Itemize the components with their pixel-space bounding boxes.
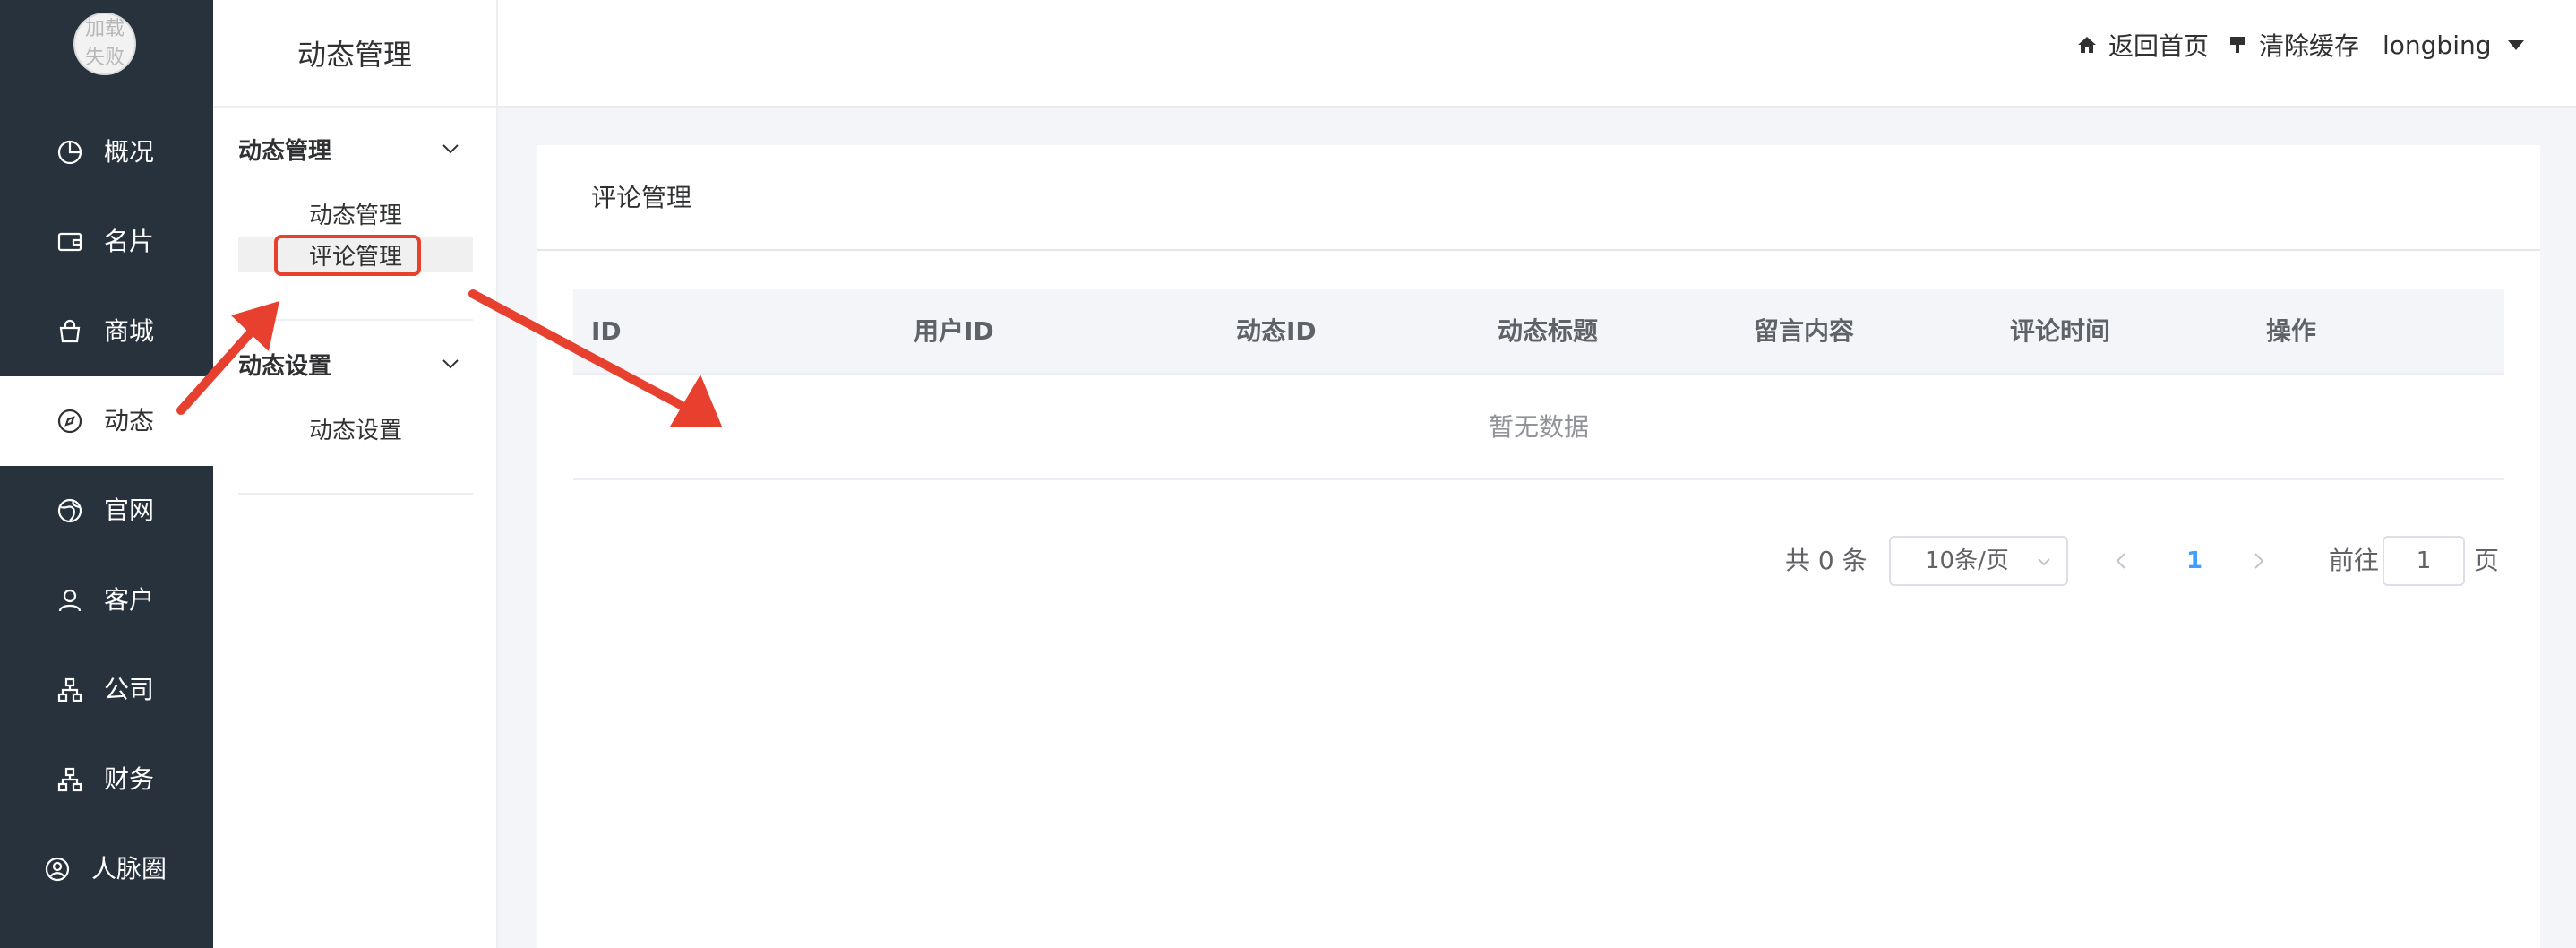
column-header: ID bbox=[591, 316, 622, 346]
org-chart-icon bbox=[56, 765, 84, 794]
goto-page-input[interactable] bbox=[2383, 536, 2465, 586]
avatar-fallback-text: 加载失败 bbox=[84, 18, 125, 69]
sidebar-item-label: 概况 bbox=[104, 137, 155, 167]
chevron-down-icon bbox=[2038, 558, 2050, 566]
group-label: 动态管理 bbox=[238, 137, 332, 165]
chevron-down-icon bbox=[441, 353, 460, 373]
shopping-bag-icon bbox=[56, 317, 84, 346]
sidebar-item-label: 名片 bbox=[104, 227, 155, 256]
pagination-total: 共 0 条 bbox=[1785, 546, 1868, 575]
clear-cache-label: 清除缓存 bbox=[2259, 31, 2360, 61]
column-header: 用户ID bbox=[914, 316, 994, 346]
home-link[interactable]: 返回首页 bbox=[2076, 27, 2209, 63]
group-moments-management[interactable]: 动态管理 bbox=[238, 129, 473, 168]
brush-icon bbox=[2230, 37, 2245, 53]
caret-down-icon bbox=[2507, 39, 2524, 50]
page-suffix: 页 bbox=[2474, 546, 2500, 575]
sidebar-item-label: 商城 bbox=[104, 316, 155, 346]
sidebar-item-website[interactable]: 官网 bbox=[0, 466, 213, 556]
home-icon bbox=[2078, 37, 2096, 53]
sidebar-item-label: 人脉圈 bbox=[91, 854, 167, 883]
column-header: 评论时间 bbox=[2010, 316, 2111, 346]
empty-state: 暂无数据 bbox=[573, 375, 2504, 480]
sidebar-item-network[interactable]: 人脉圈 bbox=[0, 824, 213, 914]
sidebar-item-label: 动态 bbox=[104, 406, 155, 435]
sidebar-item-label: 财务 bbox=[104, 764, 155, 794]
home-link-label: 返回首页 bbox=[2108, 31, 2210, 61]
table-header: ID 用户ID 动态ID 动态标题 留言内容 评论时间 操作 bbox=[573, 289, 2504, 375]
column-header: 动态标题 bbox=[1498, 316, 1599, 346]
chevron-down-icon bbox=[441, 138, 460, 158]
compass-icon bbox=[56, 407, 84, 435]
sidebar-item-label: 官网 bbox=[104, 496, 155, 525]
subnav-item-label: 动态管理 bbox=[308, 202, 402, 229]
divider bbox=[238, 493, 473, 495]
sidebar-item-finance[interactable]: 财务 bbox=[0, 735, 213, 824]
username: longbing bbox=[2383, 30, 2492, 60]
column-header: 操作 bbox=[2266, 316, 2317, 346]
subnav-item-moments-settings[interactable]: 动态设置 bbox=[238, 410, 473, 446]
page-number-current[interactable]: 1 bbox=[2177, 536, 2212, 586]
subnav-title: 动态管理 bbox=[213, 0, 496, 108]
column-header: 留言内容 bbox=[1754, 316, 1855, 346]
sidebar-item-label: 公司 bbox=[104, 675, 155, 704]
group-label: 动态设置 bbox=[238, 352, 332, 380]
org-chart-icon bbox=[56, 676, 84, 704]
top-header: 返回首页 清除缓存 longbing bbox=[498, 0, 2576, 108]
sidebar-item-overview[interactable]: 概况 bbox=[0, 108, 213, 197]
sidebar-item-customer[interactable]: 客户 bbox=[0, 556, 213, 645]
divider bbox=[238, 319, 473, 321]
main-sidebar: 加载失败 概况 名片 商城 动态 官网 客户 公司 财务 人脉圈 bbox=[0, 0, 213, 948]
avatar[interactable]: 加载失败 bbox=[73, 13, 136, 75]
user-icon bbox=[56, 586, 84, 615]
card-title: 评论管理 bbox=[537, 145, 2540, 251]
next-page-button[interactable] bbox=[2241, 536, 2277, 586]
sidebar-item-card[interactable]: 名片 bbox=[0, 197, 213, 287]
sidebar-item-label: 客户 bbox=[104, 585, 155, 615]
subnav-item-label: 动态设置 bbox=[308, 417, 402, 444]
main-card: 评论管理 ID 用户ID 动态ID 动态标题 留言内容 评论时间 操作 暂无数据 bbox=[537, 145, 2540, 948]
page-size-value: 10条/页 bbox=[1925, 547, 2009, 574]
subnav-item-moments-management[interactable]: 动态管理 bbox=[238, 195, 473, 231]
pie-chart-icon bbox=[56, 138, 84, 167]
goto-label: 前往 bbox=[2329, 546, 2380, 575]
wallet-icon bbox=[56, 228, 84, 256]
column-header: 动态ID bbox=[1236, 316, 1317, 346]
sidebar-item-shop[interactable]: 商城 bbox=[0, 287, 213, 376]
chevron-right-icon bbox=[2254, 553, 2264, 569]
annotation-highlight-box bbox=[274, 235, 421, 276]
page-size-select[interactable]: 10条/页 bbox=[1889, 536, 2068, 586]
user-circle-icon bbox=[43, 855, 72, 883]
clear-cache-button[interactable]: 清除缓存 bbox=[2227, 27, 2359, 63]
globe-icon bbox=[56, 496, 84, 525]
prev-page-button[interactable] bbox=[2103, 536, 2139, 586]
sidebar-item-company[interactable]: 公司 bbox=[0, 645, 213, 735]
user-menu[interactable]: longbing bbox=[2383, 27, 2524, 63]
sidebar-item-moments[interactable]: 动态 bbox=[0, 376, 213, 466]
chevron-left-icon bbox=[2116, 553, 2125, 569]
comments-table: ID 用户ID 动态ID 动态标题 留言内容 评论时间 操作 暂无数据 bbox=[573, 289, 2504, 480]
group-moments-settings[interactable]: 动态设置 bbox=[238, 344, 473, 384]
